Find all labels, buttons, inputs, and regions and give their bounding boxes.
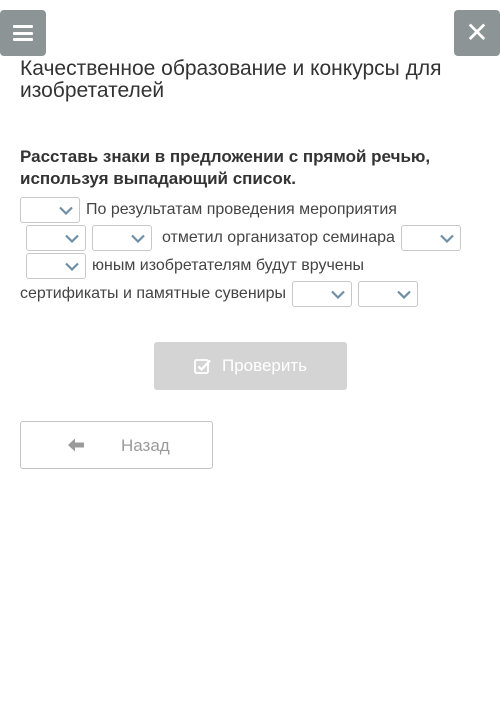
sentence-text-1: По результатам проведения мероприятия xyxy=(86,201,397,218)
punctuation-dropdown-7[interactable] xyxy=(358,281,418,307)
check-button-label: Проверить xyxy=(221,356,308,375)
sentence-text-2: отметил организатор семинара xyxy=(162,229,395,246)
check-button[interactable]: Проверить xyxy=(154,342,347,390)
sentence-text-4: сертификаты и памятные сувениры xyxy=(20,285,286,302)
sentence-text-3: юным изобретателям будут вручены xyxy=(92,257,365,274)
checkbox-edit-icon xyxy=(194,358,212,374)
exercise-line-4: сертификаты и памятные сувениры xyxy=(20,280,418,308)
chevron-down-icon xyxy=(65,262,79,271)
close-icon: ✕ xyxy=(465,16,489,49)
punctuation-dropdown-4[interactable] xyxy=(400,225,461,251)
arrow-left-icon xyxy=(67,437,85,453)
exercise-line-2: отметил организатор семинара xyxy=(26,224,461,252)
chevron-down-icon xyxy=(59,206,73,215)
punctuation-dropdown-2[interactable] xyxy=(26,225,86,251)
chevron-down-icon xyxy=(397,290,411,299)
back-button[interactable]: Назад xyxy=(20,421,213,469)
page-title: Качественное образование и конкурсы для … xyxy=(20,57,442,102)
chevron-down-icon xyxy=(440,234,454,243)
punctuation-dropdown-1[interactable] xyxy=(20,197,80,223)
exercise-line-1: По результатам проведения мероприятия xyxy=(20,196,397,224)
chevron-down-icon xyxy=(331,290,345,299)
close-button[interactable]: ✕ xyxy=(454,10,500,56)
punctuation-dropdown-5[interactable] xyxy=(26,253,86,279)
punctuation-dropdown-3[interactable] xyxy=(92,225,152,251)
hamburger-menu-icon xyxy=(13,25,33,41)
chevron-down-icon xyxy=(131,234,145,243)
exercise-line-3: юным изобретателям будут вручены xyxy=(26,252,364,280)
task-instruction: Расставь знаки в предложении с прямой ре… xyxy=(20,147,431,188)
punctuation-dropdown-6[interactable] xyxy=(292,281,352,307)
back-button-label: Назад xyxy=(121,436,170,455)
menu-button[interactable] xyxy=(0,10,46,56)
chevron-down-icon xyxy=(65,234,79,243)
